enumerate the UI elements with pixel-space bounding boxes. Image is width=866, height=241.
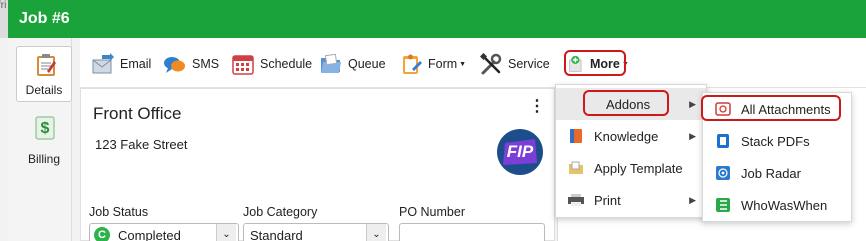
menu-item-stack-pdfs[interactable]: Stack PDFs: [703, 125, 851, 157]
menu-item-print[interactable]: Print ▶: [556, 184, 706, 216]
menu-item-label: Print: [594, 192, 621, 208]
job-name: Front Office: [93, 104, 182, 123]
queue-label: Queue: [348, 57, 386, 71]
addons-highlight: [583, 90, 669, 116]
email-icon: [92, 53, 114, 74]
chevron-down-icon: ⌄: [366, 224, 386, 241]
background-window-text: fri: [0, 0, 7, 11]
chevron-right-icon: ▶: [689, 130, 696, 141]
chevron-right-icon: ▶: [689, 98, 696, 109]
caret-down-icon: ▼: [459, 60, 467, 68]
tools-icon: [480, 53, 502, 75]
chevron-right-icon: ▶: [689, 194, 696, 205]
status-badge: C: [94, 227, 110, 241]
all-attachments-highlight: [701, 95, 841, 121]
logo-text: FIP: [506, 142, 534, 161]
service-label: Service: [508, 57, 550, 71]
sidebar-item-details[interactable]: Details: [16, 46, 72, 102]
template-folder-icon: [569, 161, 583, 174]
calendar-icon: [232, 55, 254, 75]
menu-item-job-radar[interactable]: Job Radar: [703, 157, 851, 189]
toolbar: Email SMS Schedule Queue Form ▼ Service …: [80, 38, 866, 88]
menu-item-knowledge[interactable]: Knowledge ▶: [556, 120, 706, 152]
job-status-select[interactable]: C Completed ⌄: [89, 223, 239, 241]
title-bar: Job #6: [0, 0, 866, 38]
schedule-button[interactable]: Schedule: [232, 51, 312, 77]
sidebar-item-label: Details: [25, 83, 63, 97]
form-clipboard-icon: [403, 54, 422, 74]
job-details-panel: Front Office ⋮ 123 Fake Street FIP Job S…: [80, 88, 555, 241]
window-title: Job #6: [19, 10, 70, 27]
company-logo: FIP: [497, 129, 543, 175]
email-button[interactable]: Email: [92, 51, 151, 77]
service-button[interactable]: Service: [480, 51, 550, 77]
queue-button[interactable]: Queue: [320, 51, 386, 77]
job-category-select[interactable]: Standard ⌄: [243, 223, 389, 241]
sidebar-item-label: Billing: [27, 152, 60, 166]
job-status-label: Job Status: [89, 205, 149, 219]
menu-item-whowaswhen[interactable]: WhoWasWhen: [703, 189, 851, 221]
timeline-icon: [716, 198, 730, 212]
background-window-edge: fri: [0, 0, 8, 38]
chat-bubbles-icon: [164, 57, 185, 73]
menu-item-label: Knowledge: [594, 128, 659, 144]
job-status-value: Completed: [118, 228, 181, 241]
kebab-menu-icon[interactable]: ⋮: [529, 99, 545, 115]
job-address: 123 Fake Street: [95, 137, 188, 152]
svg-text:$: $: [41, 120, 50, 137]
more-button-highlight: [564, 50, 626, 76]
menu-item-label: WhoWasWhen: [741, 197, 828, 213]
po-number-label: PO Number: [399, 205, 465, 219]
sms-button[interactable]: SMS: [164, 51, 219, 77]
form-label: Form: [428, 57, 458, 71]
sidebar: Details $ Billing: [8, 38, 72, 241]
menu-item-label: Job Radar: [741, 165, 801, 181]
sidebar-item-billing[interactable]: $ Billing: [16, 114, 72, 170]
pdf-stack-icon: [717, 134, 729, 148]
job-category-value: Standard: [250, 228, 303, 241]
schedule-label: Schedule: [260, 57, 313, 71]
clipboard-icon: [37, 54, 56, 76]
menu-item-apply-template[interactable]: Apply Template: [556, 152, 706, 184]
printer-icon: [568, 194, 584, 206]
po-number-input[interactable]: [399, 223, 545, 241]
billing-dollar-icon: $: [35, 116, 55, 140]
radar-icon: [716, 166, 730, 180]
sms-label: SMS: [192, 57, 220, 71]
job-category-label: Job Category: [243, 205, 318, 219]
chevron-down-icon: ⌄: [216, 224, 236, 241]
book-icon: [570, 129, 582, 143]
menu-item-label: Apply Template: [594, 160, 683, 176]
email-label: Email: [120, 57, 152, 71]
form-button[interactable]: Form ▼: [400, 51, 466, 77]
folder-icon: [321, 53, 341, 73]
menu-item-label: Stack PDFs: [741, 133, 810, 149]
